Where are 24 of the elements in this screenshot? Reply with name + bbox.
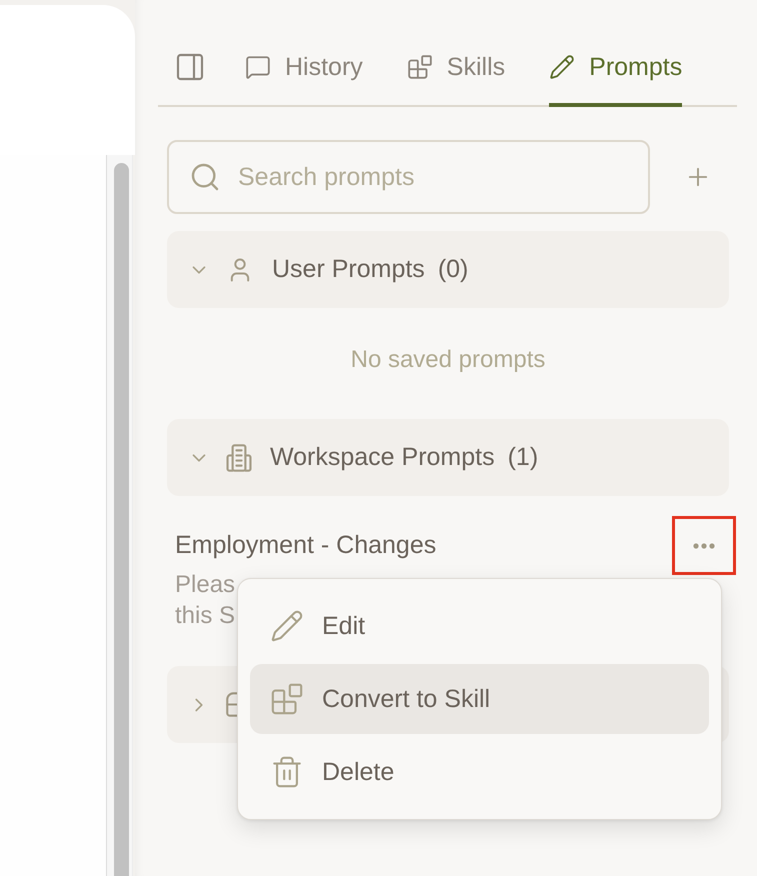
search-field[interactable]: Search prompts <box>167 140 650 214</box>
menu-item[interactable]: Edit <box>250 591 709 661</box>
menu-item[interactable]: Delete <box>250 737 709 807</box>
prompt-description: Pleas this S <box>175 570 236 631</box>
ellipsis-icon <box>693 542 715 548</box>
tab[interactable]: Skills <box>406 45 506 107</box>
building-icon <box>226 444 252 472</box>
prompt-title[interactable]: Employment - Changes <box>175 531 436 560</box>
pencil-icon <box>270 609 304 643</box>
scrollbar-thumb[interactable] <box>114 163 129 876</box>
blocks-icon <box>406 54 433 80</box>
section-header[interactable]: User Prompts (0) <box>167 231 729 308</box>
more-button[interactable] <box>672 516 736 575</box>
box-icon <box>226 692 239 717</box>
section-header[interactable]: Workspace Prompts (1) <box>167 419 729 496</box>
tab[interactable]: Prompts <box>549 45 682 107</box>
menu-item[interactable]: Convert to Skill <box>250 664 709 734</box>
speech-bubble-icon <box>245 54 271 80</box>
search-icon <box>189 161 221 193</box>
tab[interactable]: History <box>245 45 363 107</box>
panel-toggle-icon[interactable] <box>174 51 206 83</box>
pencil-icon <box>549 54 576 80</box>
blocks-icon <box>270 682 304 716</box>
empty-message: No saved prompts <box>350 345 546 375</box>
